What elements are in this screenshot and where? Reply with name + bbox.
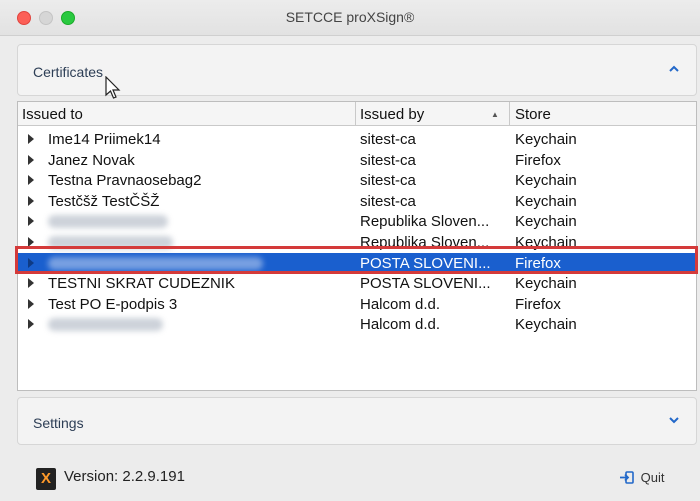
quit-label: Quit [640, 470, 665, 485]
quit-button[interactable]: Quit [619, 470, 664, 487]
cell-store: Keychain [515, 172, 577, 190]
version-label: Version: 2.2.9.191 [64, 468, 185, 485]
settings-panel-header[interactable]: Settings [17, 397, 697, 445]
cell-issued-to: TESTNI SKRAT CUDEZNIK [48, 275, 235, 293]
disclosure-triangle-icon[interactable] [28, 257, 34, 268]
cell-issued-by: sitest-ca [360, 192, 416, 210]
disclosure-triangle-icon[interactable] [28, 154, 34, 165]
column-header-issued-by[interactable]: Issued by [360, 106, 424, 123]
exit-icon [619, 470, 637, 487]
column-header-issued-to[interactable]: Issued to [22, 106, 83, 123]
cell-issued-by: Republika Sloven... [360, 234, 490, 251]
table-row-selected[interactable]: POSTA SLOVENI... Firefox [18, 252, 696, 274]
disclosure-triangle-icon[interactable] [28, 237, 34, 247]
table-row[interactable]: Testna Pravnaosebag2 sitest-ca Keychain [18, 170, 696, 191]
cell-issued-by: Halcom d.d. [360, 295, 441, 313]
cell-issued-by: POSTA SLOVENI... [360, 275, 491, 293]
table-row[interactable]: Test PO E-podpis 3 Halcom d.d. Firefox [18, 294, 696, 315]
cell-store: Firefox [515, 151, 561, 169]
cell-issued-to: Testčšž TestČŠŽ [48, 192, 160, 210]
column-divider[interactable] [509, 102, 510, 126]
table-row[interactable]: Janez Novak sitest-ca Firefox [18, 150, 696, 171]
cell-issued-to: Ime14 Priimek14 [48, 131, 161, 148]
cell-issued-by: sitest-ca [360, 131, 416, 148]
cell-issued-to: Janez Novak [48, 151, 135, 169]
proxsign-logo: X [36, 468, 56, 490]
cell-issued-by: POSTA SLOVENI... [360, 254, 491, 272]
window-title: SETCCE proXSign® [285, 9, 415, 25]
chevron-down-icon[interactable] [666, 414, 682, 430]
cell-issued-by: Republika Sloven... [360, 213, 490, 231]
chevron-up-icon[interactable] [666, 63, 682, 79]
cell-store: Keychain [515, 213, 577, 231]
column-divider[interactable] [355, 102, 356, 126]
settings-panel-label: Settings [33, 415, 84, 431]
redacted-name [48, 236, 173, 249]
table-row[interactable]: Republika Sloven... Keychain [18, 211, 696, 232]
sort-ascending-icon: ▲ [491, 110, 499, 119]
table-row[interactable]: Republika Sloven... Keychain [18, 232, 696, 253]
redacted-name [48, 318, 163, 332]
table-row[interactable]: Halcom d.d. Keychain [18, 314, 696, 335]
cell-store: Firefox [515, 295, 561, 313]
certificates-panel-label: Certificates [33, 64, 104, 80]
cell-store: Keychain [515, 275, 577, 293]
column-header-store[interactable]: Store [515, 106, 551, 123]
cell-store: Firefox [515, 254, 561, 272]
table-row[interactable]: TESTNI SKRAT CUDEZNIK POSTA SLOVENI... K… [18, 273, 696, 294]
table-header: Issued to Issued by ▲ Store [18, 102, 696, 126]
disclosure-triangle-icon[interactable] [28, 216, 34, 227]
disclosure-triangle-icon[interactable] [28, 175, 34, 186]
disclosure-triangle-icon[interactable] [28, 319, 34, 330]
cell-issued-by: sitest-ca [360, 172, 416, 190]
cell-store: Keychain [515, 234, 577, 251]
cell-issued-by: sitest-ca [360, 151, 416, 169]
cell-store: Keychain [515, 131, 577, 148]
redacted-name [48, 215, 168, 229]
cell-issued-by: Halcom d.d. [360, 316, 441, 334]
disclosure-triangle-icon[interactable] [28, 298, 34, 309]
cell-store: Keychain [515, 192, 577, 210]
mouse-pointer-icon [105, 76, 121, 99]
table-row[interactable]: Testčšž TestČŠŽ sitest-ca Keychain [18, 191, 696, 212]
certificates-table: Issued to Issued by ▲ Store Ime14 Priime… [17, 101, 697, 391]
title-bar: SETCCE proXSign® [0, 0, 700, 36]
cell-issued-to: Test PO E-podpis 3 [48, 295, 178, 313]
cell-store: Keychain [515, 316, 577, 334]
disclosure-triangle-icon[interactable] [28, 278, 34, 289]
table-row[interactable]: Ime14 Priimek14 sitest-ca Keychain [18, 129, 696, 150]
disclosure-triangle-icon[interactable] [28, 195, 34, 206]
disclosure-triangle-icon[interactable] [28, 134, 34, 144]
cell-issued-to: Testna Pravnaosebag2 [48, 172, 202, 190]
redacted-name [48, 256, 263, 270]
